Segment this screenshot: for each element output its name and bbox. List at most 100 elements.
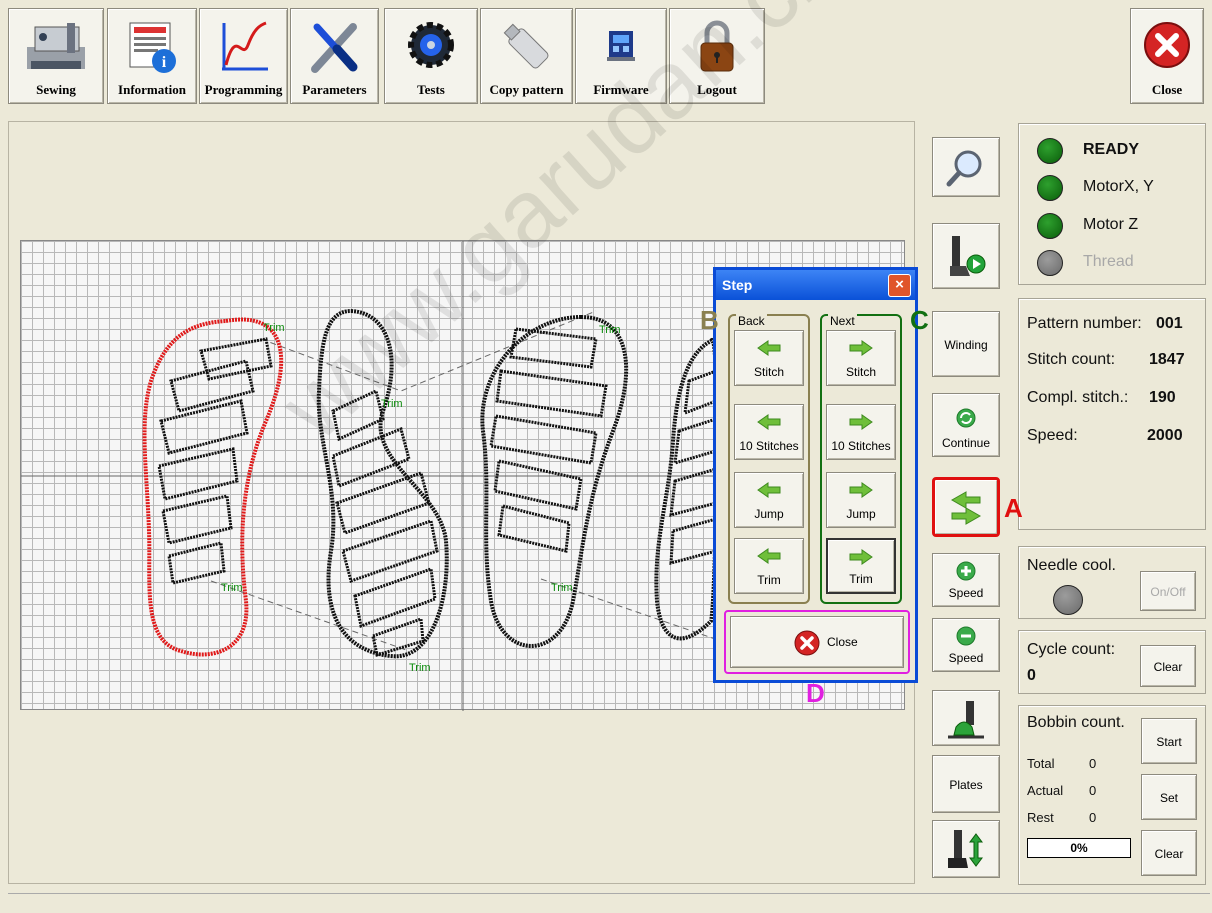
pattern-info-panel: Pattern number: 001 Stitch count: 1847 C… xyxy=(1018,298,1206,530)
trim-label: Trim xyxy=(263,322,285,334)
next-group-label: Next xyxy=(828,314,857,328)
next-stitch-label: Stitch xyxy=(845,365,876,379)
bobbin-progress-bar: 0% xyxy=(1027,838,1131,858)
presser-foot-button[interactable] xyxy=(932,690,1000,746)
bobbin-rest-value: 0 xyxy=(1089,810,1097,825)
stitch-count-label: Stitch count: xyxy=(1027,351,1116,368)
gear-icon xyxy=(408,22,454,68)
speed-down-button[interactable]: Speed xyxy=(932,618,1000,672)
sewing-button[interactable]: Sewing xyxy=(8,8,104,104)
back-jump-label: Jump xyxy=(754,507,784,521)
next-10-stitches-button[interactable]: 10 Stitches xyxy=(826,404,896,460)
motor-xy-led xyxy=(1037,175,1063,201)
status-bar xyxy=(8,893,1210,912)
parameters-button[interactable]: Parameters xyxy=(290,8,379,104)
speed-value: 2000 xyxy=(1147,427,1183,444)
magnifier-icon xyxy=(946,150,982,187)
pattern-number-label: Pattern number: xyxy=(1027,315,1142,332)
next-10-stitches-label: 10 Stitches xyxy=(831,439,891,453)
next-jump-button[interactable]: Jump xyxy=(826,472,896,528)
bobbin-panel: Bobbin count. Total 0 Actual 0 Rest 0 0%… xyxy=(1018,705,1206,885)
close-icon xyxy=(794,630,820,656)
motor-z-label: Motor Z xyxy=(1083,216,1139,233)
cycle-count-value: 0 xyxy=(1027,667,1036,684)
step-arrows-icon xyxy=(950,491,982,525)
dialog-close-button[interactable]: Close xyxy=(730,616,904,668)
next-stitch-button[interactable]: Stitch xyxy=(826,330,896,386)
cycle-count-panel: Cycle count: 0 Clear xyxy=(1018,630,1206,694)
bobbin-set-button[interactable]: Set xyxy=(1141,774,1197,820)
motor-z-led xyxy=(1037,213,1063,239)
zoom-button[interactable] xyxy=(932,137,1000,197)
compl-stitch-value: 190 xyxy=(1149,389,1176,406)
dialog-close-x-button[interactable]: × xyxy=(888,274,911,297)
bobbin-total-value: 0 xyxy=(1089,756,1097,771)
step-dialog: Step × Back Next Stitch 10 Stitches Jump… xyxy=(713,267,918,683)
continue-button[interactable]: Continue xyxy=(932,393,1000,457)
arrow-left-icon xyxy=(757,414,781,430)
parameters-label: Parameters xyxy=(302,82,367,97)
back-jump-button[interactable]: Jump xyxy=(734,472,804,528)
close-label: Close xyxy=(1151,82,1183,97)
minus-icon xyxy=(956,626,976,646)
bobbin-count-label: Bobbin count. xyxy=(1027,714,1125,731)
winding-label: Winding xyxy=(944,338,988,352)
copy-pattern-button[interactable]: Copy pattern xyxy=(480,8,573,104)
programming-button[interactable]: Programming xyxy=(199,8,288,104)
continue-icon xyxy=(956,408,976,428)
cycle-clear-button[interactable]: Clear xyxy=(1140,645,1196,687)
next-trim-label: Trim xyxy=(849,572,873,586)
motor-xy-label: MotorX, Y xyxy=(1083,178,1154,195)
machine-status-panel: READY MotorX, Y Motor Z Thread xyxy=(1018,123,1206,285)
needle-cool-panel: Needle cool. On/Off xyxy=(1018,546,1206,619)
pattern-number-value: 001 xyxy=(1156,315,1183,332)
tests-button[interactable]: Tests xyxy=(384,8,478,104)
marker-a: A xyxy=(1004,493,1023,523)
trim-label: Trim xyxy=(599,324,621,336)
thread-led xyxy=(1037,250,1063,276)
back-trim-label: Trim xyxy=(757,573,781,587)
trim-label: Trim xyxy=(221,582,243,594)
presser-lift-icon xyxy=(948,830,983,868)
information-button[interactable]: i Information xyxy=(107,8,197,104)
speed-label: Speed: xyxy=(1027,427,1078,444)
bobbin-clear-button[interactable]: Clear xyxy=(1141,830,1197,876)
bobbin-start-button[interactable]: Start xyxy=(1141,718,1197,764)
marker-c: C xyxy=(910,305,929,335)
graph-icon xyxy=(221,21,268,71)
dialog-title-bar[interactable]: Step × xyxy=(716,270,915,300)
thread-label: Thread xyxy=(1083,253,1134,270)
back-stitch-button[interactable]: Stitch xyxy=(734,330,804,386)
usb-stick-icon xyxy=(503,23,548,69)
needle-cool-toggle[interactable]: On/Off xyxy=(1140,571,1196,611)
next-jump-label: Jump xyxy=(846,507,876,521)
step-button[interactable] xyxy=(932,477,1000,537)
winding-button[interactable]: Winding xyxy=(932,311,1000,377)
compl-stitch-label: Compl. stitch.: xyxy=(1027,389,1129,406)
speed-up-label: Speed xyxy=(948,586,984,600)
presser-lift-button[interactable] xyxy=(932,820,1000,878)
close-button[interactable]: Close xyxy=(1130,8,1204,104)
sewing-label: Sewing xyxy=(36,82,76,97)
marker-b: B xyxy=(700,305,719,335)
presser-foot-icon xyxy=(948,701,984,739)
next-trim-button[interactable]: Trim xyxy=(826,538,896,594)
arrow-right-icon xyxy=(849,414,873,430)
stitch-count-value: 1847 xyxy=(1149,351,1185,368)
back-trim-button[interactable]: Trim xyxy=(734,538,804,594)
trim-label: Trim xyxy=(551,582,573,594)
back-group-label: Back xyxy=(736,314,767,328)
cycle-count-label: Cycle count: xyxy=(1027,641,1116,658)
speed-up-button[interactable]: Speed xyxy=(932,553,1000,607)
copy-pattern-label: Copy pattern xyxy=(489,82,564,97)
trim-label: Trim xyxy=(409,662,431,674)
back-stitch-label: Stitch xyxy=(753,365,784,379)
bobbin-actual-value: 0 xyxy=(1089,783,1097,798)
plates-button[interactable]: Plates xyxy=(932,755,1000,813)
sew-test-button[interactable] xyxy=(932,223,1000,289)
marker-d: D xyxy=(806,678,825,708)
plus-icon xyxy=(956,561,976,581)
arrow-right-icon xyxy=(849,482,873,498)
bobbin-total-label: Total xyxy=(1027,756,1055,771)
back-10-stitches-button[interactable]: 10 Stitches xyxy=(734,404,804,460)
